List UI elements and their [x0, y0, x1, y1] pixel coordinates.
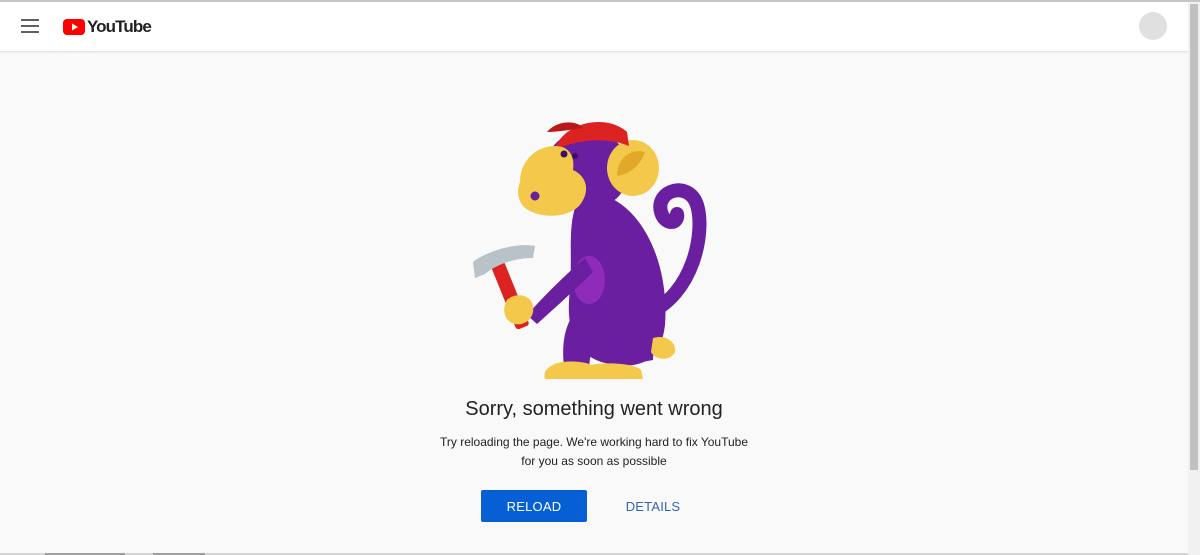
error-message-line-2: for you as soon as possible — [521, 454, 667, 468]
details-button[interactable]: DETAILS — [610, 490, 696, 522]
masthead: YouTube — [0, 2, 1188, 51]
youtube-logo[interactable]: YouTube — [63, 16, 152, 38]
hamburger-menu-icon[interactable] — [12, 10, 48, 42]
error-title: Sorry, something went wrong — [465, 398, 723, 420]
logo-text: YouTube — [87, 17, 152, 36]
monkey-mascot-illustration — [473, 121, 707, 379]
scrollbar-thumb[interactable] — [1190, 4, 1198, 470]
vertical-scrollbar[interactable] — [1188, 2, 1200, 555]
avatar[interactable] — [1139, 12, 1167, 40]
reload-button[interactable]: RELOAD — [481, 490, 587, 522]
error-message: Try reloading the page. We're working ha… — [0, 433, 1188, 471]
youtube-logo-icon — [63, 19, 85, 35]
error-message-line-1: Try reloading the page. We're working ha… — [439, 435, 749, 449]
